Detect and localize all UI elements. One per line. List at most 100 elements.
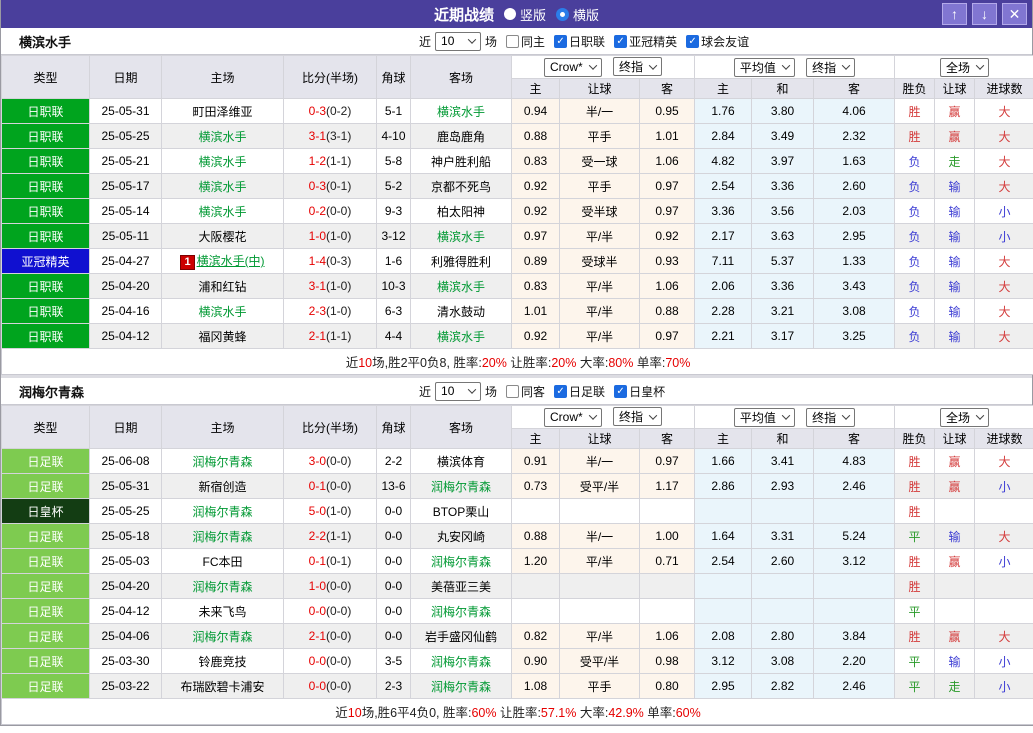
corners-cell: 0-0 xyxy=(376,573,411,599)
home-team: 润梅尔青森 xyxy=(161,448,284,474)
crow-handicap: 平/半 xyxy=(559,298,640,324)
checkbox-checked-icon: ✓ xyxy=(554,34,568,48)
average-select[interactable]: 平均值 xyxy=(733,57,795,77)
home-team: 新宿创造 xyxy=(161,473,284,499)
filter-checkbox-亚冠精英[interactable]: ✓ 亚冠精英 xyxy=(614,33,677,50)
score-cell: 0-3(0-2) xyxy=(283,98,377,124)
crow-away-odds: 1.06 xyxy=(639,148,695,174)
away-team: 润梅尔青森 xyxy=(410,598,512,624)
fulltime-score: 0-1 xyxy=(308,554,326,568)
radio-horizontal-layout[interactable]: 横版 xyxy=(556,5,599,24)
avg-draw-odds: 3.21 xyxy=(751,298,814,324)
league-badge: 日职联 xyxy=(1,148,90,174)
away-team: 丸安冈崎 xyxy=(410,523,512,549)
match-count-select[interactable]: 10 xyxy=(435,31,482,51)
crow-home-odds: 0.91 xyxy=(511,448,560,474)
bookmaker-select[interactable]: Crow* xyxy=(543,407,602,427)
home-team-name: 铃鹿竞技 xyxy=(198,654,247,669)
crow-handicap: 平/半 xyxy=(559,323,640,349)
crow-away-odds: 1.17 xyxy=(639,473,695,499)
result-outcome: 平 xyxy=(894,523,936,549)
home-team: 未来飞鸟 xyxy=(161,598,284,624)
home-team-name: 润梅尔青森 xyxy=(192,529,253,544)
move-up-button[interactable]: ↑ xyxy=(942,3,967,25)
result-goals xyxy=(974,498,1033,524)
crow-home-odds: 0.92 xyxy=(511,198,560,224)
score-cell: 0-2(0-0) xyxy=(283,198,377,224)
fulltime-score: 0-1 xyxy=(308,479,326,493)
table-row: 日足联 25-03-30 铃鹿竞技 0-0(0-0) 3-5 润梅尔青森 0.90 受平/半 0… xyxy=(1,648,1033,674)
match-date: 25-05-11 xyxy=(89,223,162,249)
filter-bar: 近 10 场 同客 ✓ 日足联 ✓ 日皇杯 xyxy=(419,378,665,404)
sub-col-header: 让球 xyxy=(559,78,640,99)
euro-stage-select[interactable]: 终指 xyxy=(806,407,856,427)
league-badge: 日足联 xyxy=(1,523,90,549)
avg-away-odds: 2.32 xyxy=(812,123,896,149)
fulltime-score: 2-3 xyxy=(308,304,326,318)
away-team-name: 润梅尔青森 xyxy=(430,554,491,569)
corners-cell: 0-0 xyxy=(376,623,411,649)
crow-away-odds: 0.93 xyxy=(639,248,695,274)
bookmaker-select[interactable]: Crow* xyxy=(543,57,602,77)
league-badge: 日职联 xyxy=(1,223,90,249)
result-handicap: 输 xyxy=(934,298,976,324)
move-down-button[interactable]: ↓ xyxy=(972,3,997,25)
radio-vertical-layout[interactable]: 竖版 xyxy=(503,5,546,24)
fulltime-score: 1-0 xyxy=(308,229,326,243)
halftime-score: (1-1) xyxy=(326,329,352,343)
match-date: 25-05-03 xyxy=(89,548,162,574)
crow-away-odds: 1.06 xyxy=(639,623,695,649)
summary-part: 单率: xyxy=(633,356,666,370)
filter-checkbox-日职联[interactable]: ✓ 日职联 xyxy=(554,33,605,50)
crow-handicap: 平手 xyxy=(559,673,640,699)
away-team-name: 横滨体育 xyxy=(436,454,485,469)
avg-home-odds: 2.84 xyxy=(694,123,752,149)
filter-checkbox-日皇杯[interactable]: ✓ 日皇杯 xyxy=(614,383,665,400)
filter-checkbox-球会友谊[interactable]: ✓ 球会友谊 xyxy=(686,33,749,50)
asian-stage-select[interactable]: 终指 xyxy=(613,407,663,427)
result-outcome: 平 xyxy=(894,648,936,674)
avg-draw-odds: 3.97 xyxy=(751,148,814,174)
crow-handicap: 平/半 xyxy=(559,623,640,649)
table-row: 日职联 25-05-25 横滨水手 3-1(3-1) 4-10 鹿岛鹿角 0.88 平手 1.0… xyxy=(1,123,1033,149)
summary-part: 70% xyxy=(665,356,691,370)
filter-checkbox-同主[interactable]: 同主 xyxy=(506,33,545,50)
halftime-score: (0-3) xyxy=(326,254,352,268)
avg-home-odds xyxy=(694,598,752,624)
match-date: 25-04-27 xyxy=(89,248,162,274)
matches-table: 类型 日期 主场 比分(半场) 角球 客场 Crow* 终指 平均值 终指 全场… xyxy=(0,405,1033,725)
crow-handicap: 受平/半 xyxy=(559,648,640,674)
match-date: 25-05-17 xyxy=(89,173,162,199)
home-team-name[interactable]: 横滨水手(中) xyxy=(197,254,265,268)
close-button[interactable]: ✕ xyxy=(1002,3,1027,25)
match-count-select[interactable]: 10 xyxy=(435,381,482,401)
away-team: 润梅尔青森 xyxy=(410,548,512,574)
filter-checkbox-同客[interactable]: 同客 xyxy=(506,383,545,400)
asian-stage-select[interactable]: 终指 xyxy=(613,57,663,77)
filter-checkbox-日足联[interactable]: ✓ 日足联 xyxy=(554,383,605,400)
fulltime-score: 0-3 xyxy=(308,104,326,118)
euro-stage-select[interactable]: 终指 xyxy=(806,57,856,77)
result-goals: 小 xyxy=(974,198,1033,224)
col-header-score: 比分(半场) xyxy=(283,55,377,99)
crow-home-odds: 1.01 xyxy=(511,298,560,324)
avg-home-odds: 1.76 xyxy=(694,98,752,124)
score-cell: 2-1(1-1) xyxy=(283,323,377,349)
corners-cell: 0-0 xyxy=(376,598,411,624)
corners-cell: 5-8 xyxy=(376,148,411,174)
result-outcome: 负 xyxy=(894,323,936,349)
home-team: 润梅尔青森 xyxy=(161,573,284,599)
avg-home-odds: 3.36 xyxy=(694,198,752,224)
filter-checkbox-label: 日足联 xyxy=(569,384,606,399)
average-select[interactable]: 平均值 xyxy=(733,407,795,427)
summary-part: 80% xyxy=(608,356,634,370)
period-select[interactable]: 全场 xyxy=(940,407,990,427)
avg-away-odds: 1.63 xyxy=(812,148,896,174)
filter-checkbox-label: 日职联 xyxy=(569,34,606,49)
crow-handicap: 半/一 xyxy=(559,448,640,474)
corners-cell: 4-10 xyxy=(376,123,411,149)
fulltime-score: 3-1 xyxy=(308,279,326,293)
period-select[interactable]: 全场 xyxy=(940,57,990,77)
home-team-name: 横滨水手 xyxy=(198,179,247,194)
fulltime-score: 2-1 xyxy=(308,629,326,643)
